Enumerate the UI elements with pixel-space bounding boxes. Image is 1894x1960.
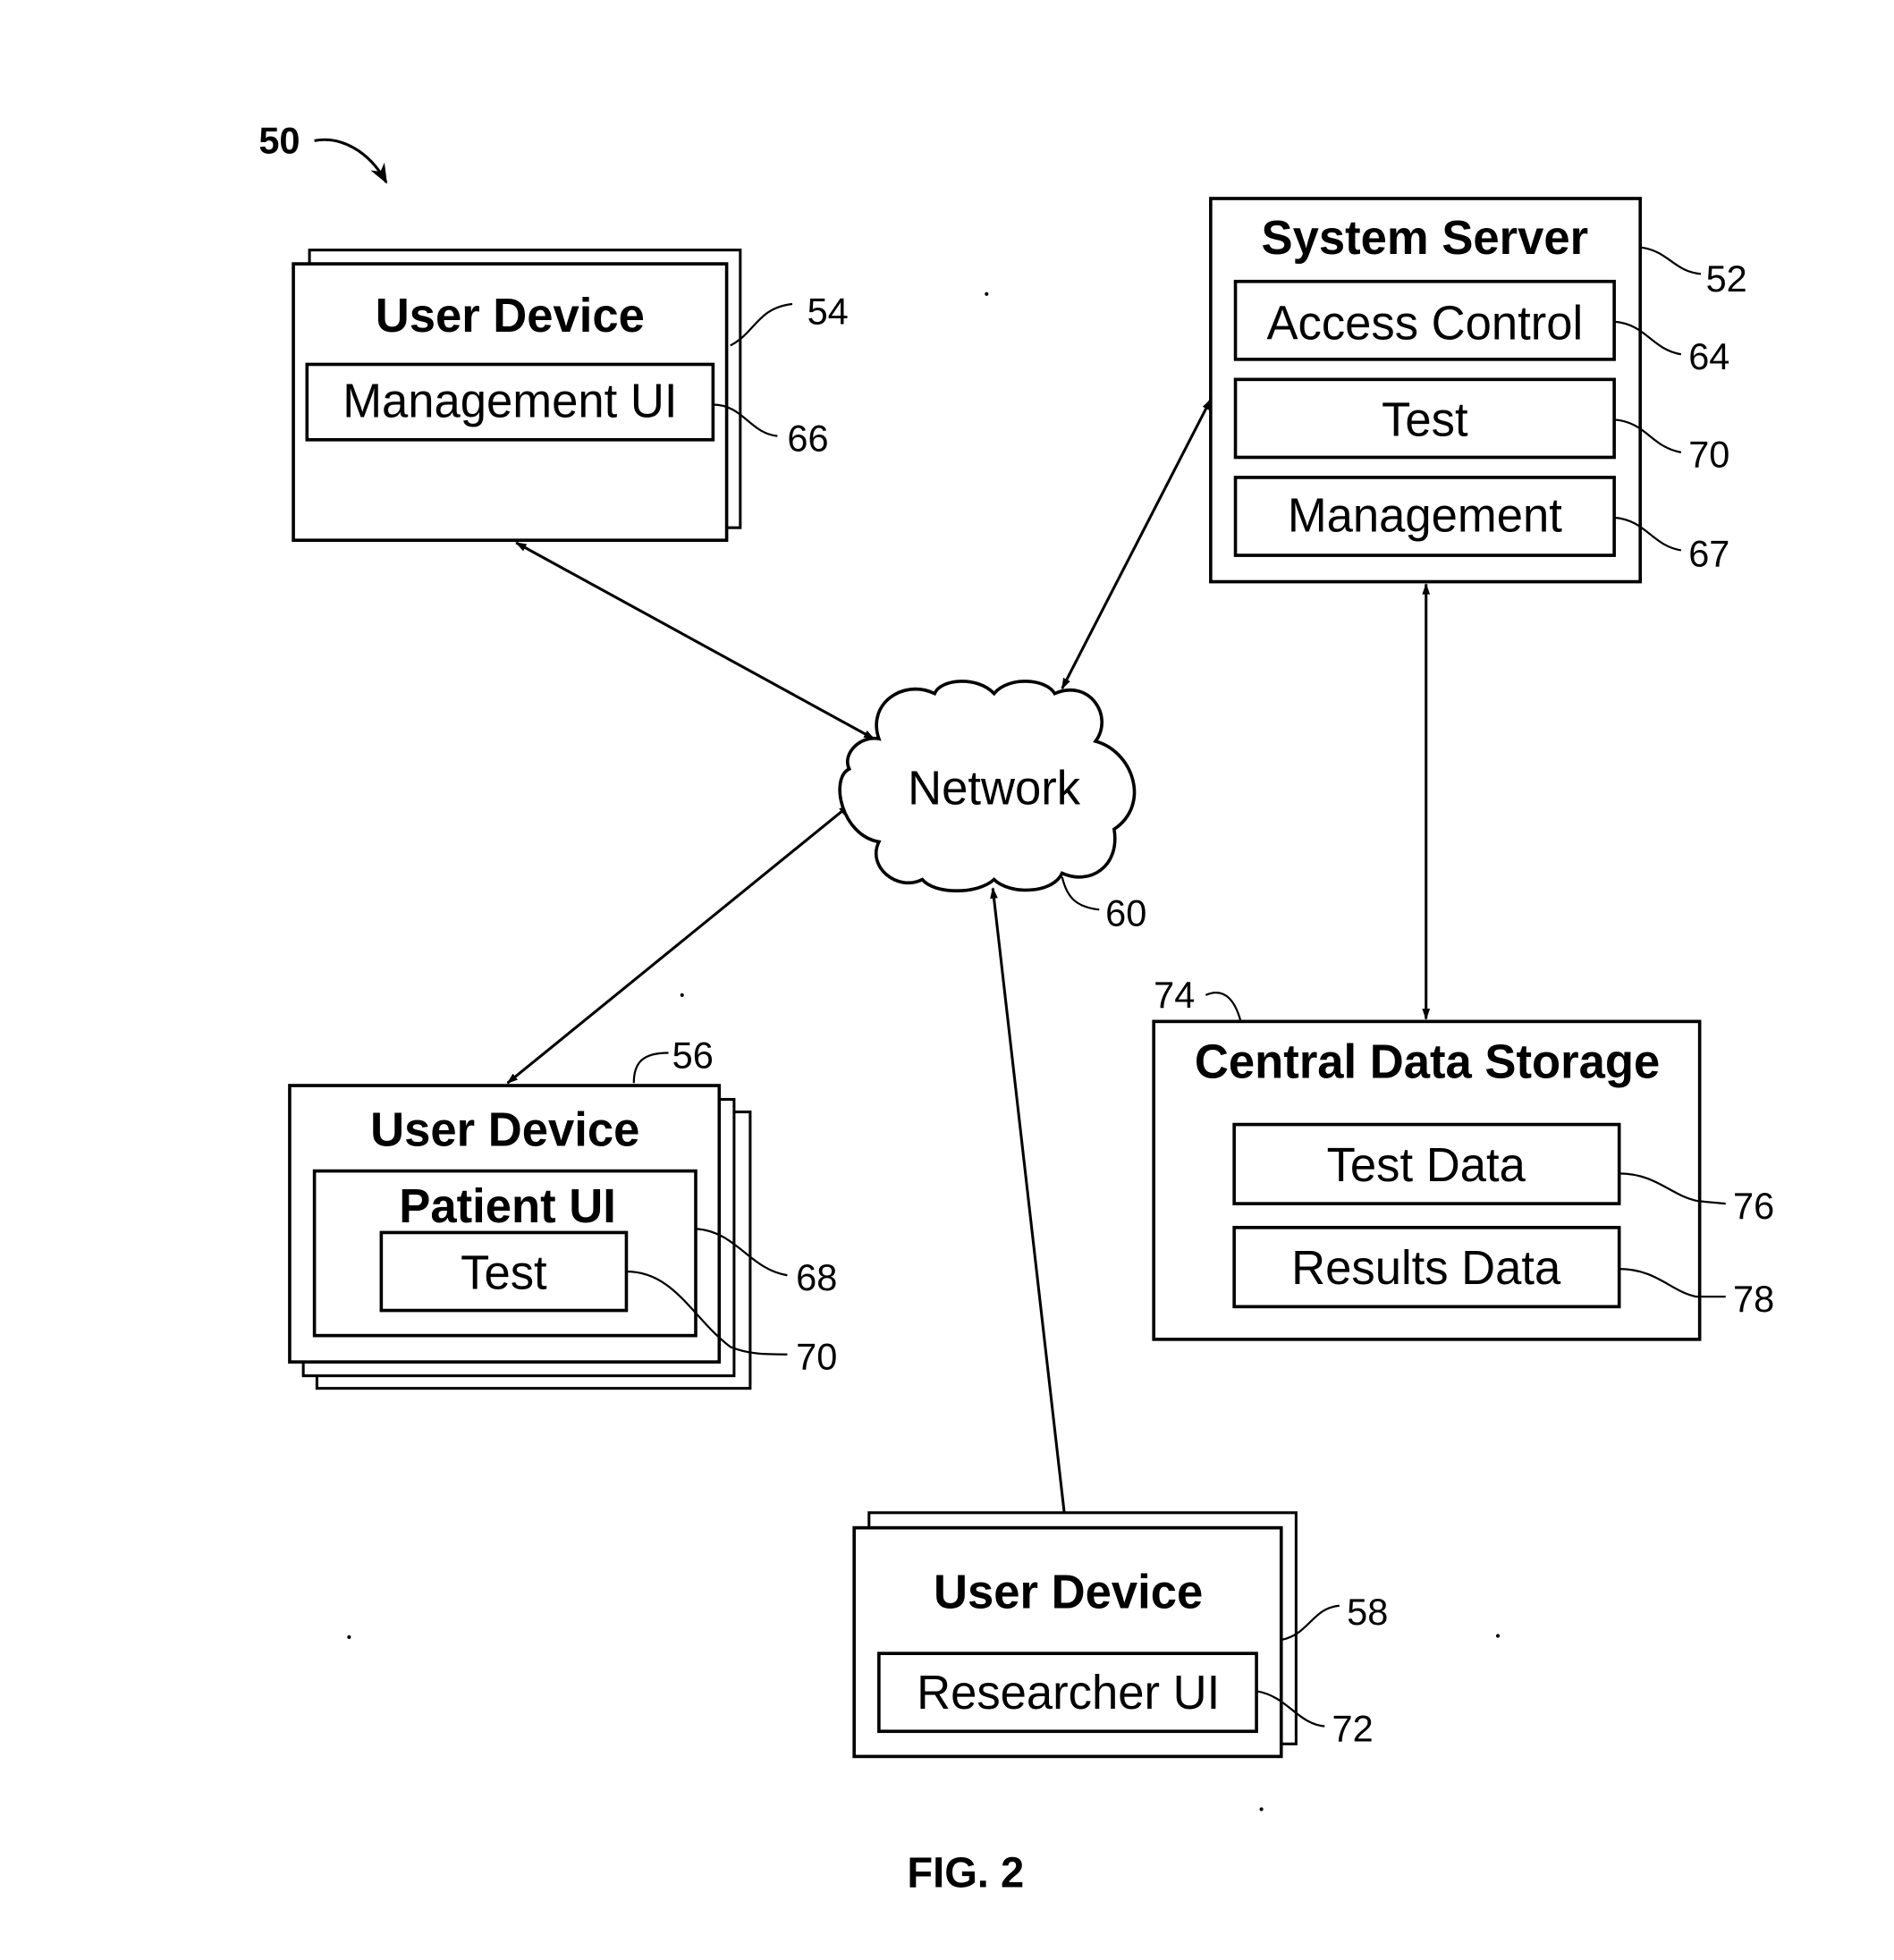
test-data-store[interactable]: Test Data [1232,1122,1621,1205]
ref-number: 74 [1154,974,1195,1016]
ref-number: 78 [1733,1278,1774,1320]
system-ref-label: 50 [258,119,300,161]
system-ref-50: 50 [258,119,388,184]
module-label: Access Control [1266,297,1583,350]
ref-number: 67 [1688,532,1729,574]
module-label: Results Data [1291,1242,1561,1295]
module-label: Test [461,1246,547,1299]
test-module[interactable]: Test [1233,377,1616,460]
module-label: Management [1288,489,1562,542]
device-title: User Device [370,1103,639,1156]
module-label: Test [1382,393,1468,446]
device-title: User Device [376,290,645,342]
leader-line [1061,876,1100,911]
access-control-module[interactable]: Access Control [1233,279,1616,361]
ref-number: 76 [1733,1185,1774,1227]
device-title: User Device [934,1566,1203,1618]
results-data-store[interactable]: Results Data [1232,1225,1621,1309]
leader-line [632,1052,669,1084]
ref-number: 72 [1332,1707,1374,1749]
central-data-storage[interactable]: Central Data Storage Test Data Results D… [1152,974,1774,1341]
leader-line [1205,992,1242,1021]
patient-user-device[interactable]: User Device Patient UI Test 56 68 70 [288,1034,837,1390]
system-diagram: 50 User Device Management UI 54 66 Syste… [258,119,1774,1897]
ref-number: 66 [787,417,828,459]
patient-test-module[interactable]: Test [379,1230,629,1313]
ref-number: 60 [1105,891,1146,934]
connection-management-device-network [515,541,875,740]
management-user-device[interactable]: User Device Management UI 54 66 [292,249,849,543]
ref-number: 58 [1347,1591,1388,1633]
network-label: Network [908,762,1080,815]
ref-number: 68 [796,1256,837,1298]
researcher-ui-module[interactable]: Researcher UI [877,1652,1258,1734]
ref-number: 54 [807,290,849,332]
leader-line [1641,246,1702,275]
management-module[interactable]: Management [1233,476,1616,557]
ref-number: 64 [1688,335,1729,377]
module-label: Patient UI [399,1180,616,1233]
module-label: Researcher UI [917,1667,1220,1719]
ref-number: 56 [672,1034,714,1076]
module-label: Test Data [1327,1138,1526,1191]
system-ref-arrow-icon [314,138,388,184]
connection-network-researcher-device [990,887,1069,1528]
ref-number: 70 [796,1335,837,1377]
server-title: System Server [1262,211,1589,264]
figure-caption: FIG. 2 [907,1849,1024,1897]
researcher-user-device[interactable]: User Device Researcher UI 58 72 [852,1511,1388,1759]
module-label: Management UI [342,375,677,427]
storage-title: Central Data Storage [1195,1035,1660,1088]
ref-number: 70 [1688,433,1729,475]
patient-ui-module[interactable]: Patient UI Test [312,1169,698,1338]
ref-number: 52 [1706,258,1747,300]
connection-server-network [1061,398,1213,690]
management-ui-module[interactable]: Management UI [305,362,715,442]
system-server[interactable]: System Server Access Control Test Manage… [1209,197,1747,584]
